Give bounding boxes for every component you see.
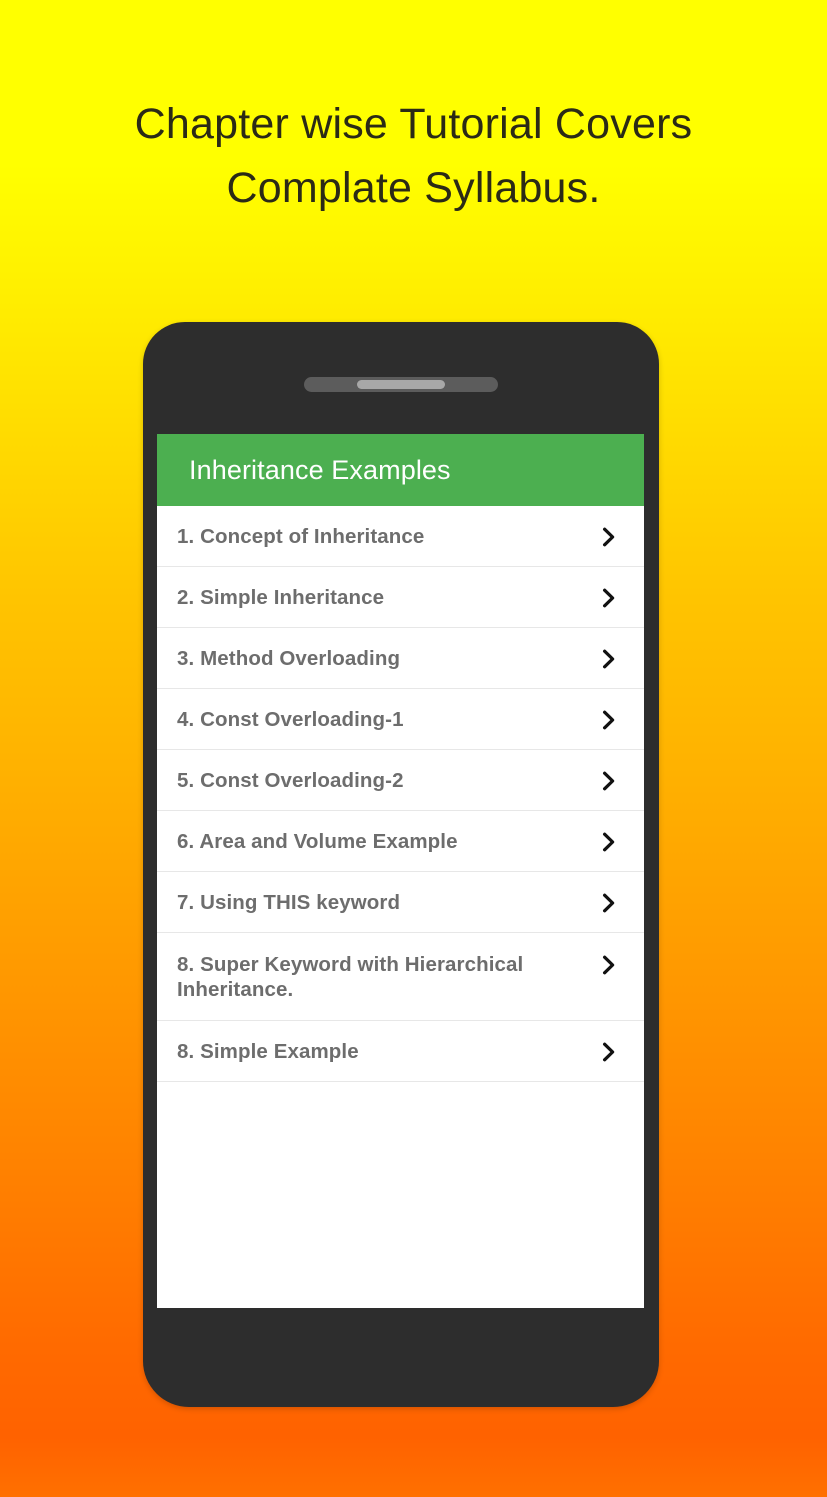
list-item-label: 4. Const Overloading-1 <box>177 708 404 731</box>
chevron-right-icon[interactable] <box>600 586 618 610</box>
list-item[interactable]: 1. Concept of Inheritance <box>157 506 644 567</box>
list-item[interactable]: 2. Simple Inheritance <box>157 567 644 628</box>
phone-screen: Inheritance Examples 1. Concept of Inher… <box>157 434 644 1308</box>
chevron-right-icon[interactable] <box>600 647 618 671</box>
list-item-label: 8. Simple Example <box>177 1040 359 1063</box>
chevron-right-icon[interactable] <box>600 708 618 732</box>
chevron-right-icon[interactable] <box>600 830 618 854</box>
poster-headline: Chapter wise Tutorial Covers Complate Sy… <box>134 100 693 212</box>
list-item[interactable]: 5. Const Overloading-2 <box>157 750 644 811</box>
chevron-right-icon[interactable] <box>600 1040 618 1064</box>
app-bar-title: Inheritance Examples <box>189 454 451 485</box>
speaker-grille-icon <box>304 377 498 392</box>
list-item[interactable]: 4. Const Overloading-1 <box>157 689 644 750</box>
list-item[interactable]: 7. Using THIS keyword <box>157 872 644 933</box>
app-bar: Inheritance Examples <box>157 434 644 506</box>
phone-mockup: Inheritance Examples 1. Concept of Inher… <box>143 322 659 1407</box>
list-item-label: 3. Method Overloading <box>177 647 401 670</box>
list-item-label: 2. Simple Inheritance <box>177 586 385 609</box>
chevron-right-icon[interactable] <box>600 891 618 915</box>
speaker-grille-inner <box>357 380 445 389</box>
chevron-right-icon[interactable] <box>600 769 618 793</box>
list-item-label: 5. Const Overloading-2 <box>177 769 404 792</box>
list-item[interactable]: 8. Simple Example <box>157 1021 644 1082</box>
list-item-label: 8. Super Keyword with Hierarchical Inher… <box>177 953 524 1001</box>
list-item[interactable]: 6. Area and Volume Example <box>157 811 644 872</box>
list-item[interactable]: 8. Super Keyword with Hierarchical Inher… <box>157 933 644 1021</box>
list-item[interactable]: 3. Method Overloading <box>157 628 644 689</box>
promo-poster: Chapter wise Tutorial Covers Complate Sy… <box>0 0 827 1497</box>
chevron-right-icon[interactable] <box>600 525 618 549</box>
chevron-right-icon[interactable] <box>600 953 618 977</box>
list-item-label: 6. Area and Volume Example <box>177 830 458 853</box>
list-item-label: 7. Using THIS keyword <box>177 891 401 914</box>
list-item-label: 1. Concept of Inheritance <box>177 525 425 548</box>
chapter-list: 1. Concept of Inheritance 2. Simple Inher… <box>157 506 644 1082</box>
